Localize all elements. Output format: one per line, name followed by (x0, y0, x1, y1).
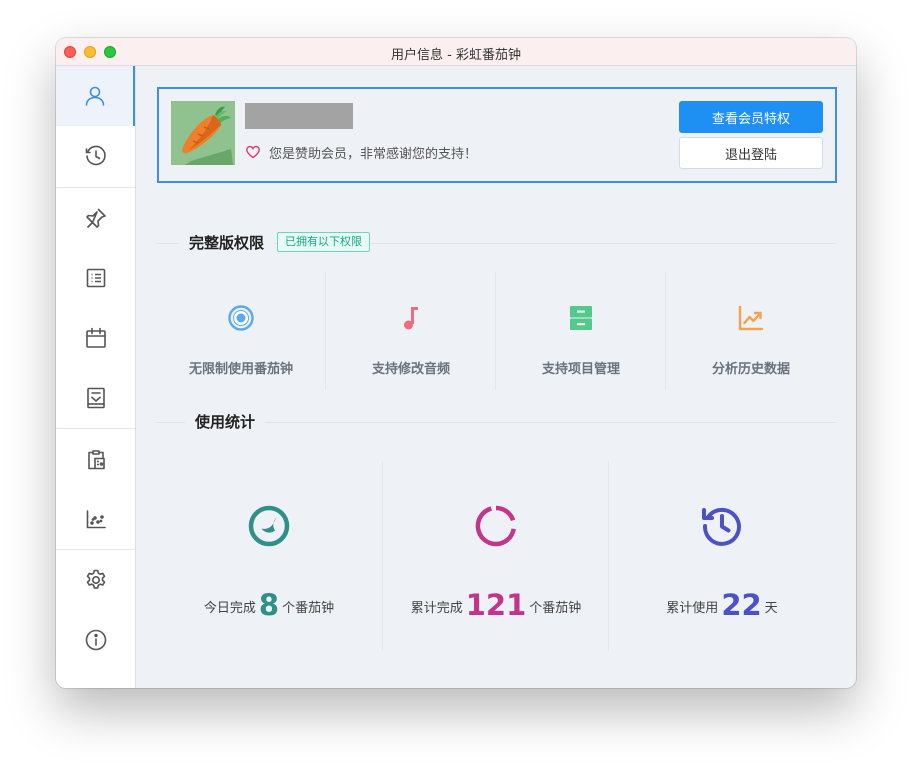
view-member-perks-button[interactable]: 查看会员特权 (679, 101, 823, 133)
stat-days-used: 累计使用 22 天 (609, 461, 835, 651)
feature-custom-audio: 支持修改音频 (326, 272, 496, 390)
stat-value: 22 (721, 588, 762, 622)
sidebar-item-about[interactable] (56, 610, 135, 670)
owned-privileges-badge: 已拥有以下权限 (277, 232, 370, 252)
clipboard-icon (87, 450, 105, 470)
feature-unlimited-pomodoro: 无限制使用番茄钟 (156, 272, 326, 390)
moon-clock-icon (248, 505, 290, 547)
sidebar-item-statistics[interactable] (56, 489, 135, 549)
gear-icon (86, 569, 105, 589)
carrot-avatar-icon (171, 101, 235, 165)
sidebar (56, 66, 136, 688)
app-window: 用户信息 - 彩虹番茄钟 您是赞助会员，非常感谢您的支持！ 查看会员特权 退出登… (56, 38, 856, 688)
sidebar-item-calendar[interactable] (56, 308, 135, 368)
user-icon (85, 86, 104, 106)
title-bar: 用户信息 - 彩虹番茄钟 (56, 38, 856, 66)
heart-icon (246, 145, 260, 159)
feature-history-analysis: 分析历史数据 (666, 272, 836, 390)
info-icon (85, 629, 106, 651)
pin-icon (85, 208, 106, 229)
stat-suffix: 个番茄钟 (282, 601, 335, 616)
stat-value: 8 (258, 588, 280, 622)
stat-suffix: 个番茄钟 (529, 601, 582, 616)
sidebar-item-inbox[interactable] (56, 368, 135, 428)
privileges-title: 完整版权限 (179, 232, 275, 253)
archive-icon (570, 306, 592, 330)
logout-button[interactable]: 退出登陆 (679, 137, 823, 169)
stat-prefix: 累计使用 (666, 601, 719, 616)
inbox-icon (86, 387, 105, 409)
sidebar-item-list[interactable] (56, 248, 135, 308)
main-content: 您是赞助会员，非常感谢您的支持！ 查看会员特权 退出登陆 完整版权限 已拥有以下… (136, 66, 856, 688)
stat-prefix: 累计完成 (410, 601, 463, 616)
stats-title: 使用统计 (185, 411, 266, 432)
feature-label: 支持修改音频 (371, 362, 450, 377)
username-redacted (245, 103, 353, 129)
stat-line: 累计完成 121 个番茄钟 (383, 588, 609, 622)
clock-icon (85, 145, 106, 166)
stat-total-completed: 累计完成 121 个番茄钟 (383, 461, 609, 651)
dashed-circle-icon (475, 505, 516, 547)
target-icon (228, 305, 254, 331)
stat-prefix: 今日完成 (203, 601, 256, 616)
feature-label: 无限制使用番茄钟 (188, 362, 293, 377)
sidebar-item-clock[interactable] (56, 126, 135, 186)
stat-suffix: 天 (764, 601, 778, 616)
feature-label: 支持项目管理 (541, 362, 620, 377)
stat-line: 累计使用 22 天 (609, 588, 835, 622)
stat-today-completed: 今日完成 8 个番茄钟 (156, 461, 382, 651)
profile-card: 您是赞助会员，非常感谢您的支持！ 查看会员特权 退出登陆 (157, 87, 837, 183)
history-icon (702, 507, 741, 546)
feature-project-management: 支持项目管理 (496, 272, 666, 390)
sidebar-item-clipboard[interactable] (56, 429, 135, 489)
sidebar-item-pin[interactable] (56, 188, 135, 248)
window-title: 用户信息 - 彩虹番茄钟 (391, 48, 521, 63)
stat-line: 今日完成 8 个番茄钟 (156, 588, 382, 622)
feature-label: 分析历史数据 (711, 362, 790, 377)
sponsor-message: 您是赞助会员，非常感谢您的支持！ (269, 147, 478, 162)
sidebar-item-settings[interactable] (56, 550, 135, 610)
avatar (171, 101, 235, 165)
sidebar-item-user[interactable] (56, 66, 135, 126)
line-chart-icon (738, 305, 764, 331)
list-icon (86, 268, 105, 288)
stat-value: 121 (465, 588, 527, 622)
music-note-icon (404, 307, 418, 330)
calendar-icon (85, 327, 106, 348)
scatter-chart-icon (86, 510, 106, 529)
